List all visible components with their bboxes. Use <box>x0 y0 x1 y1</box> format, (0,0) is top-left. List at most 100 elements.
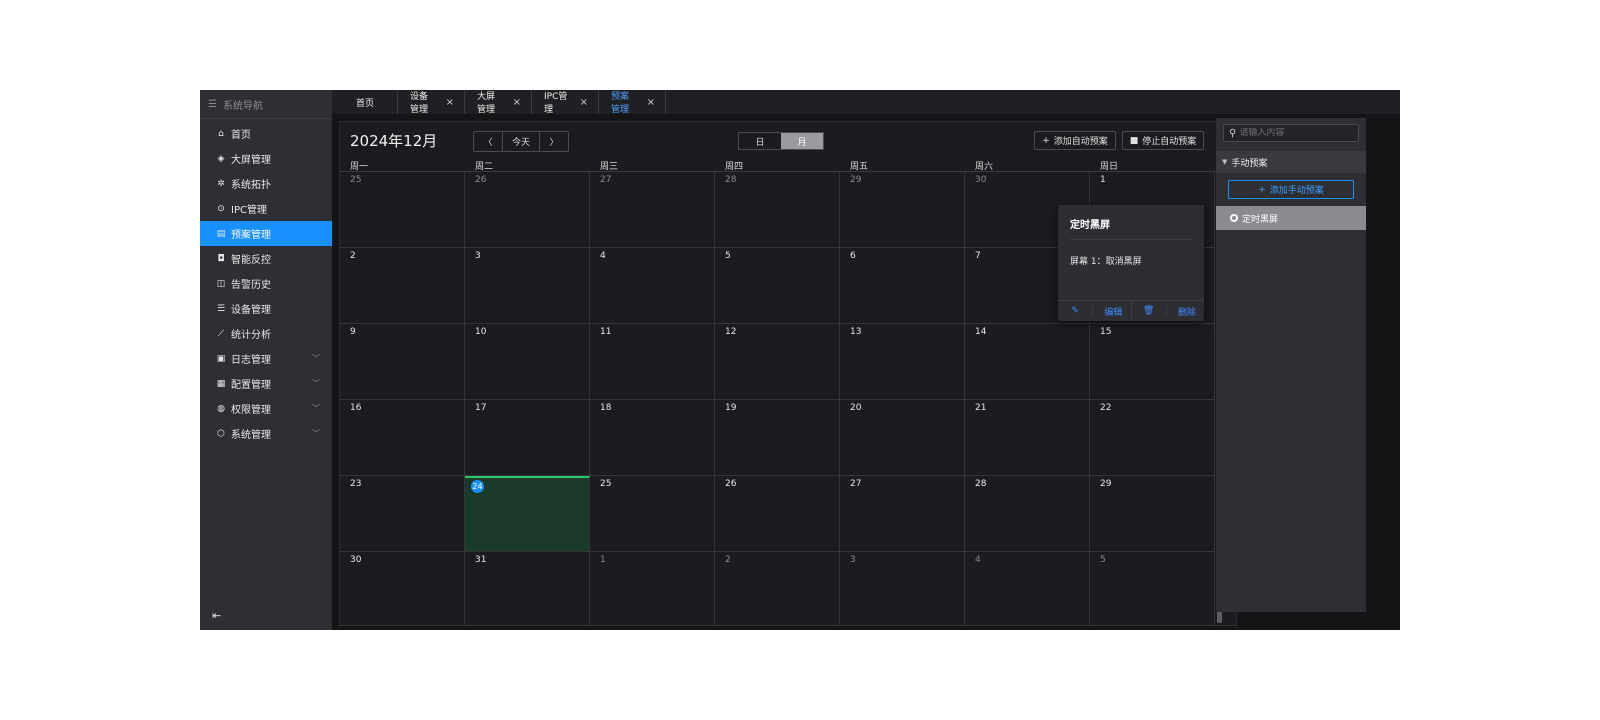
day-cell[interactable]: 17 <box>465 400 590 476</box>
search-input[interactable] <box>1239 128 1350 138</box>
next-month-button[interactable]: 〉 <box>540 132 568 151</box>
day-cell[interactable]: 4 <box>590 248 715 324</box>
day-cell[interactable]: 2 <box>715 552 840 626</box>
sidebar-item-label: 智能反控 <box>231 255 271 266</box>
close-icon[interactable]: × <box>647 97 655 108</box>
day-cell[interactable]: 15 <box>1090 324 1215 400</box>
day-number: 24 <box>471 480 484 493</box>
day-cell[interactable]: 11 <box>590 324 715 400</box>
calendar-title: 2024年12月 <box>350 132 438 150</box>
day-cell[interactable]: 27 <box>840 476 965 552</box>
day-cell[interactable]: 5 <box>715 248 840 324</box>
tab-label: 大屏管理 <box>477 92 496 115</box>
day-cell[interactable]: 12 <box>715 324 840 400</box>
day-cell[interactable]: 30 <box>340 552 465 626</box>
day-cell[interactable]: 9 <box>340 324 465 400</box>
day-cell[interactable]: 22 <box>1090 400 1215 476</box>
sidebar-item[interactable]: ⊙ IPC管理 <box>200 196 332 221</box>
day-number: 6 <box>850 251 856 261</box>
day-cell[interactable]: 29 <box>840 172 965 248</box>
sidebar-item[interactable]: ◍ 权限管理 ﹀ <box>200 396 332 421</box>
day-cell[interactable]: 20 <box>840 400 965 476</box>
collapse-sidebar-icon[interactable]: ⇤ <box>212 609 221 622</box>
sidebar-item[interactable]: ⬡ 系统管理 ﹀ <box>200 421 332 446</box>
day-cell[interactable]: 28 <box>965 476 1090 552</box>
day-cell[interactable]: 25 <box>590 476 715 552</box>
manual-plan-group[interactable]: ▼ 手动预案 <box>1216 151 1366 173</box>
day-cell[interactable]: 25 <box>340 172 465 248</box>
tab[interactable]: 首页 <box>332 90 398 114</box>
weekday-label: 周五 <box>850 162 869 172</box>
sidebar-item[interactable]: ⌂ 首页 <box>200 121 332 146</box>
day-cell[interactable]: 6 <box>840 248 965 324</box>
day-number: 2 <box>350 251 356 261</box>
day-cell[interactable]: 5 <box>1090 552 1215 626</box>
plan-item[interactable]: 定时黑屏 <box>1216 206 1366 230</box>
sidebar-item[interactable]: ◘ 智能反控 <box>200 246 332 271</box>
plus-icon: + <box>1258 184 1266 195</box>
close-icon[interactable]: × <box>446 97 454 108</box>
stop-auto-plan-button[interactable]: ■ 停止自动预案 <box>1122 131 1204 150</box>
sidebar-item[interactable]: ◫ 告警历史 <box>200 271 332 296</box>
view-day-button[interactable]: 日 <box>739 133 781 149</box>
day-cell[interactable]: 26 <box>465 172 590 248</box>
config-icon: ▦ <box>216 378 226 389</box>
close-icon[interactable]: × <box>580 97 588 108</box>
day-number: 3 <box>475 251 481 261</box>
weekday-label: 周四 <box>725 162 744 172</box>
view-month-button[interactable]: 月 <box>781 133 823 149</box>
delete-button[interactable]: 🗑 删除 <box>1132 301 1205 321</box>
day-cell[interactable]: 3 <box>840 552 965 626</box>
day-cell[interactable]: 1 <box>590 552 715 626</box>
tab[interactable]: IPC管理 × <box>532 90 599 115</box>
sidebar-item[interactable]: ✲ 系统拓扑 <box>200 171 332 196</box>
add-manual-plan-button[interactable]: + 添加手动预案 <box>1228 180 1354 199</box>
day-cell[interactable]: 14 <box>965 324 1090 400</box>
caret-down-icon: ▼ <box>1222 158 1228 166</box>
sidebar-item[interactable]: ⟋ 统计分析 <box>200 321 332 346</box>
sidebar-item[interactable]: ▣ 日志管理 ﹀ <box>200 346 332 371</box>
day-cell[interactable]: 2 <box>340 248 465 324</box>
month-nav: 〈 今天 〉 <box>473 131 569 152</box>
day-cell[interactable]: 29 <box>1090 476 1215 552</box>
tab[interactable]: 设备管理 × <box>398 90 465 115</box>
today-button[interactable]: 今天 <box>502 132 540 151</box>
day-number: 7 <box>975 251 981 261</box>
today-cell[interactable]: 24 <box>465 476 590 552</box>
tab-label: IPC管理 <box>544 92 568 115</box>
chart-icon: ⟋ <box>217 328 225 339</box>
prev-month-button[interactable]: 〈 <box>474 132 502 151</box>
day-cell[interactable]: 16 <box>340 400 465 476</box>
tab[interactable]: 预案管理 × <box>599 90 666 115</box>
server-icon: ☰ <box>216 303 226 314</box>
day-cell[interactable]: 19 <box>715 400 840 476</box>
day-cell[interactable]: 18 <box>590 400 715 476</box>
day-cell[interactable]: 3 <box>465 248 590 324</box>
sidebar-item[interactable]: ▤ 预案管理 <box>200 221 332 246</box>
book-icon: ◫ <box>216 278 226 289</box>
day-cell[interactable]: 21 <box>965 400 1090 476</box>
tab[interactable]: 大屏管理 × <box>465 90 532 115</box>
day-cell[interactable]: 28 <box>715 172 840 248</box>
shield-icon: ◍ <box>217 403 225 414</box>
day-cell[interactable]: 13 <box>840 324 965 400</box>
day-cell[interactable]: 26 <box>715 476 840 552</box>
day-cell[interactable]: 27 <box>590 172 715 248</box>
day-cell[interactable]: 23 <box>340 476 465 552</box>
sidebar-item[interactable]: ☰ 设备管理 <box>200 296 332 321</box>
day-cell[interactable]: 4 <box>965 552 1090 626</box>
day-cell[interactable]: 31 <box>465 552 590 626</box>
day-number: 1 <box>1100 175 1106 185</box>
weekday-header: 周一 周二 周三 周四 周五 周六 周日 <box>340 159 1215 172</box>
sidebar-item[interactable]: ◈ 大屏管理 <box>200 146 332 171</box>
add-auto-plan-button[interactable]: + 添加自动预案 <box>1034 131 1116 150</box>
popover-detail: 屏幕 1：取消黑屏 <box>1070 257 1142 267</box>
day-cell[interactable]: 10 <box>465 324 590 400</box>
add-manual-plan-label: 添加手动预案 <box>1269 186 1324 196</box>
close-icon[interactable]: × <box>513 97 521 108</box>
edit-button[interactable]: ✎ 编辑 <box>1058 301 1132 321</box>
sidebar-item[interactable]: ▦ 配置管理 ﹀ <box>200 371 332 396</box>
sidebar-item-label: 日志管理 <box>231 355 271 366</box>
monitor-icon: ◘ <box>217 253 225 264</box>
day-number: 19 <box>725 403 737 413</box>
